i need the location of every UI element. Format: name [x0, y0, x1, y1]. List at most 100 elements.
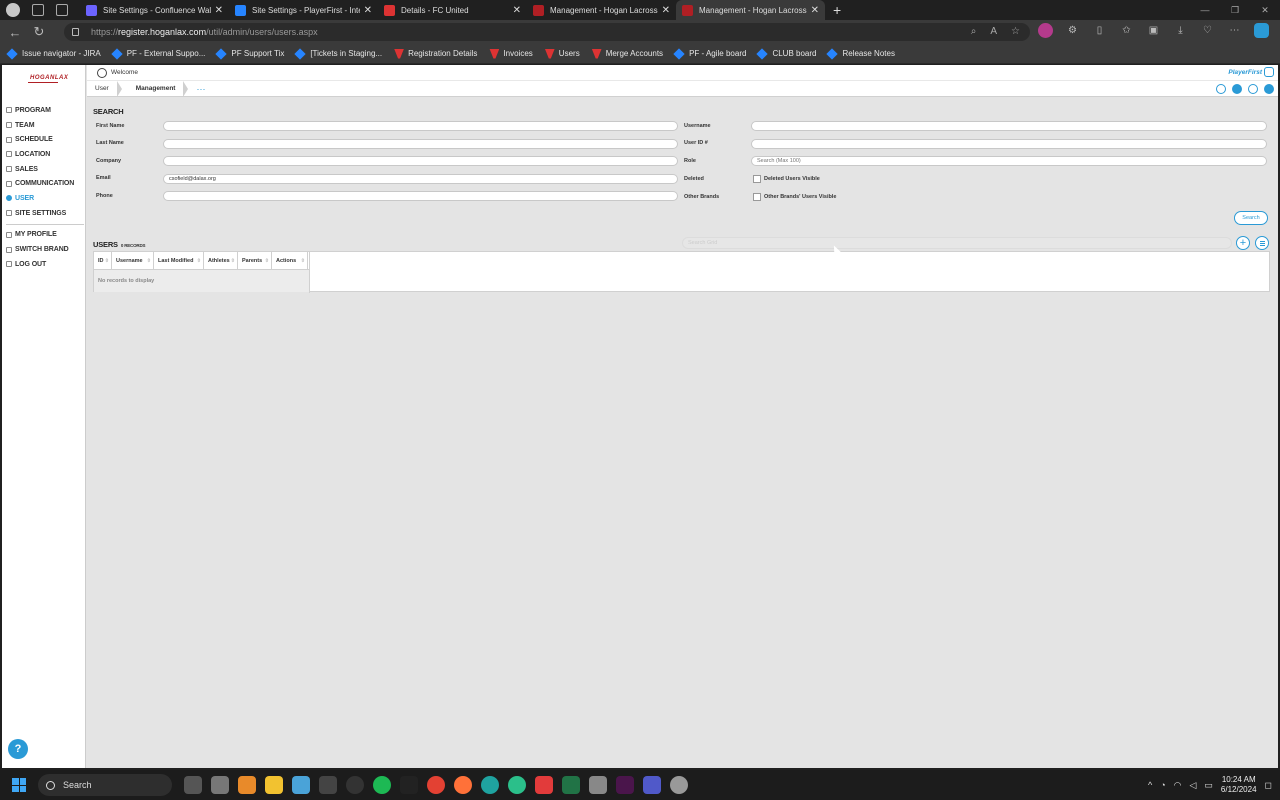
notifications-icon[interactable]: [1232, 84, 1242, 94]
show-hidden-icons[interactable]: ^: [1148, 780, 1152, 790]
user-id-field[interactable]: [751, 139, 1267, 149]
tab-actions-icon[interactable]: [56, 4, 68, 16]
close-window-button[interactable]: ✕: [1250, 0, 1280, 20]
firefox-icon[interactable]: [454, 776, 472, 794]
browser-tab[interactable]: Site Settings - Confluence Walk ✕: [80, 0, 229, 20]
email-field[interactable]: [163, 174, 678, 184]
column-header-athletes[interactable]: Athletes: [204, 252, 238, 270]
add-user-button[interactable]: +: [1236, 236, 1250, 250]
browser-tab[interactable]: Site Settings - PlayerFirst - Intern ✕: [229, 0, 378, 20]
bookmark-item[interactable]: PF - Agile board: [673, 47, 746, 60]
search-button[interactable]: Search: [1234, 211, 1268, 225]
bookmark-item[interactable]: Release Notes: [826, 47, 895, 60]
bookmark-item[interactable]: CLUB board: [756, 47, 816, 60]
browser-tab[interactable]: Details - FC United ✕: [378, 0, 527, 20]
browser-tab[interactable]: Management - Hogan Lacrosse ✕: [527, 0, 676, 20]
lock-icon[interactable]: [72, 28, 79, 36]
close-tab-icon[interactable]: ✕: [513, 5, 521, 16]
new-tab-button[interactable]: +: [833, 2, 841, 18]
bookmark-item[interactable]: Merge Accounts: [591, 48, 663, 59]
browser-tab[interactable]: Management - Hogan Lacrosse ✕: [676, 0, 825, 20]
collections-icon[interactable]: ▣: [1146, 23, 1161, 38]
downloads-icon[interactable]: ⤓: [1173, 23, 1188, 38]
bookmark-item[interactable]: Users: [544, 48, 580, 59]
close-tab-icon[interactable]: ✕: [215, 5, 223, 16]
task-view-icon[interactable]: [211, 776, 229, 794]
app-icon[interactable]: [319, 776, 337, 794]
sidebar-item-site-settings[interactable]: Site Settings: [6, 206, 84, 221]
teams-icon[interactable]: [643, 776, 661, 794]
phone-field[interactable]: [163, 191, 678, 201]
extensions-icon[interactable]: ⚙: [1065, 23, 1080, 38]
sidebar-item-switch-brand[interactable]: Switch Brand: [6, 242, 84, 257]
grid-search-input[interactable]: Search Grid: [682, 237, 1232, 249]
first-name-field[interactable]: [163, 121, 678, 131]
wifi-icon[interactable]: ◠: [1174, 780, 1182, 791]
column-header-parents[interactable]: Parents: [238, 252, 272, 270]
excel-icon[interactable]: [562, 776, 580, 794]
breadcrumb-more[interactable]: ···: [196, 84, 205, 94]
app-icon[interactable]: [346, 776, 364, 794]
battery-icon[interactable]: ▭: [1204, 780, 1213, 791]
column-options-button[interactable]: [1255, 236, 1269, 250]
snipping-tool-icon[interactable]: [589, 776, 607, 794]
favorites-icon[interactable]: ✩: [1119, 23, 1134, 38]
widgets-icon[interactable]: [184, 776, 202, 794]
slack-icon[interactable]: [616, 776, 634, 794]
last-name-field[interactable]: [163, 139, 678, 149]
refresh-icon[interactable]: ↻: [30, 24, 48, 40]
settings-icon[interactable]: [670, 776, 688, 794]
chrome-icon[interactable]: [427, 776, 445, 794]
read-aloud-icon[interactable]: A: [990, 26, 997, 37]
maximize-button[interactable]: ❐: [1220, 0, 1250, 20]
app-icon[interactable]: [292, 776, 310, 794]
sidebar-item-communication[interactable]: Communication: [6, 176, 84, 191]
workspaces-icon[interactable]: [32, 4, 44, 16]
help-icon[interactable]: [1264, 84, 1274, 94]
file-explorer-icon[interactable]: [265, 776, 283, 794]
sidebar-item-program[interactable]: Program: [6, 103, 84, 118]
column-header-actions[interactable]: Actions: [272, 252, 308, 270]
help-button[interactable]: ?: [8, 739, 28, 759]
bookmark-item[interactable]: Issue navigator - JIRA: [6, 47, 101, 60]
deleted-users-checkbox[interactable]: Deleted Users Visible: [753, 175, 820, 183]
role-search-input[interactable]: [751, 156, 1267, 166]
bookmark-item[interactable]: PF - External Suppo...: [111, 47, 205, 60]
edge-dev-icon[interactable]: [508, 776, 526, 794]
network-icon[interactable]: ◔: [1160, 780, 1165, 790]
copilot-profile-icon[interactable]: [1038, 23, 1053, 38]
sidebar-item-schedule[interactable]: Schedule: [6, 132, 84, 147]
spotify-icon[interactable]: [373, 776, 391, 794]
vivaldi-icon[interactable]: [535, 776, 553, 794]
profile-icon[interactable]: [6, 3, 20, 17]
bookmark-item[interactable]: PF Support Tix: [215, 47, 284, 60]
volume-icon[interactable]: ◁: [1189, 780, 1196, 791]
bookmark-item[interactable]: Registration Details: [394, 48, 477, 59]
app-icon[interactable]: [238, 776, 256, 794]
notifications-bell-icon[interactable]: ◻: [1265, 780, 1272, 791]
close-tab-icon[interactable]: ✕: [811, 5, 819, 16]
health-icon[interactable]: ♡: [1200, 23, 1215, 38]
column-header-id[interactable]: ID: [94, 252, 112, 270]
windows-start-icon[interactable]: [12, 778, 26, 792]
company-field[interactable]: [163, 156, 678, 166]
hoganlax-logo[interactable]: HOGANLAX: [30, 75, 68, 81]
username-field[interactable]: [751, 121, 1267, 131]
favorite-star-icon[interactable]: ☆: [1011, 26, 1020, 37]
edge-icon[interactable]: [481, 776, 499, 794]
sidebar-item-location[interactable]: Location: [6, 147, 84, 162]
sidebar-item-my-profile[interactable]: My Profile: [6, 228, 84, 243]
sidebar-item-user[interactable]: User: [6, 191, 84, 206]
column-header-last-modified[interactable]: Last Modified: [154, 252, 204, 270]
bookmark-item[interactable]: Invoices: [489, 48, 533, 59]
sidebar-item-sales[interactable]: Sales: [6, 162, 84, 177]
breadcrumb-management[interactable]: Management: [122, 80, 184, 97]
other-brands-checkbox[interactable]: Other Brands' Users Visible: [753, 193, 836, 201]
clock[interactable]: 10:24 AM 6/12/2024: [1221, 775, 1257, 795]
close-tab-icon[interactable]: ✕: [364, 5, 372, 16]
copilot-icon[interactable]: [1254, 23, 1269, 38]
user-avatar-icon[interactable]: [97, 67, 107, 78]
close-tab-icon[interactable]: ✕: [662, 5, 670, 16]
sidebar-item-log-out[interactable]: Log Out: [6, 257, 84, 272]
taskbar-search[interactable]: Search: [38, 774, 172, 796]
